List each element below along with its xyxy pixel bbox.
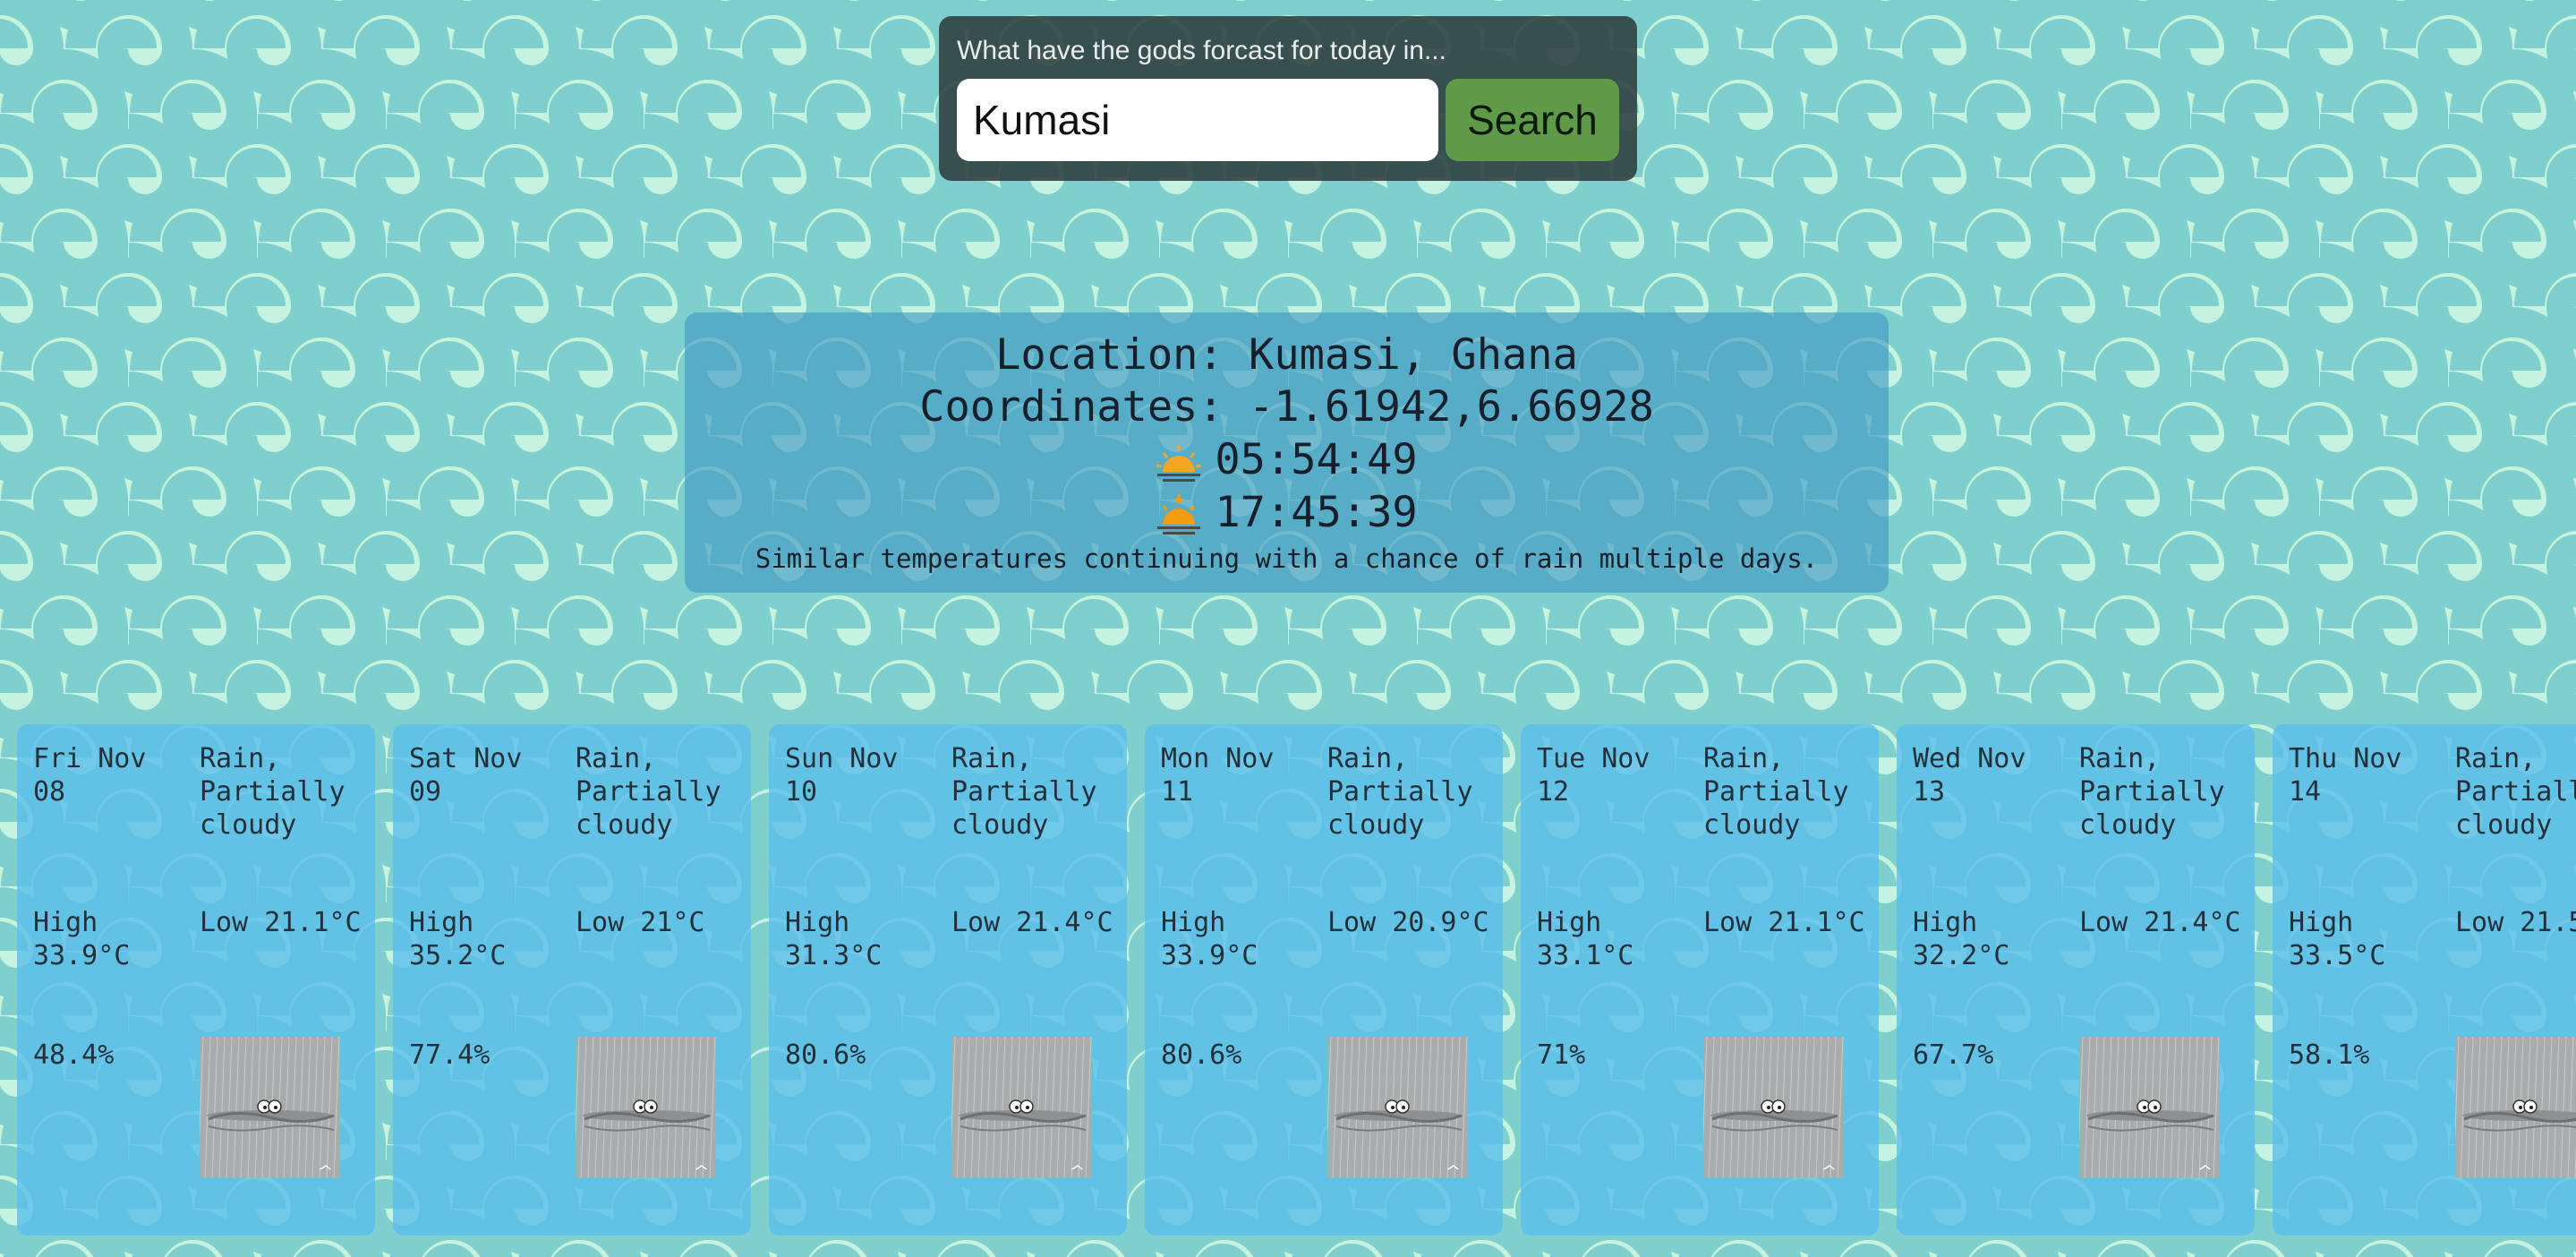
day-low-temp: Low 20.9°C [1327,907,1489,938]
day-precip-prob: 80.6% [785,1039,866,1071]
day-card: Tue Nov 12 Rain, Partially cloudy High 3… [1521,724,1879,1236]
day-card: Sun Nov 10 Rain, Partially cloudy High 3… [769,724,1127,1236]
day-high-temp: High 33.9°C [1161,907,1258,971]
day-date: Sat Nov 09 [409,743,523,808]
rain-weather-image [2455,1037,2576,1178]
day-card: Sat Nov 09 Rain, Partially cloudy High 3… [393,724,751,1236]
day-precip-prob: 67.7% [1913,1039,1994,1071]
day-precip-prob: 80.6% [1161,1039,1242,1071]
day-high-temp: High 35.2°C [409,907,507,971]
day-precip-prob: 48.4% [33,1039,115,1071]
day-card: Mon Nov 11 Rain, Partially cloudy High 3… [1145,724,1503,1236]
day-date: Thu Nov 14 [2289,743,2402,808]
day-high-temp: High 31.3°C [785,907,883,971]
day-high-temp: High 33.9°C [33,907,131,971]
day-conditions: Rain, Partially cloudy [2079,743,2225,841]
day-conditions: Rain, Partially cloudy [200,743,345,841]
day-card: Fri Nov 08 Rain, Partially cloudy High 3… [17,724,375,1236]
day-high-temp: High 33.1°C [1537,907,1634,971]
day-date: Mon Nov 11 [1161,743,1275,808]
rain-weather-image [2079,1037,2220,1178]
rain-weather-image [200,1037,340,1178]
day-precip-prob: 71% [1537,1039,1586,1071]
day-high-temp: High 33.5°C [2289,907,2386,971]
day-low-temp: Low 21.4°C [951,907,1113,938]
day-low-temp: Low 21.1°C [200,907,362,938]
day-conditions: Rain, Partially cloudy [1703,743,1849,841]
day-high-temp: High 32.2°C [1913,907,2010,971]
day-low-temp: Low 21.1°C [1703,907,1865,938]
day-precip-prob: 58.1% [2289,1039,2370,1071]
rain-weather-image [576,1037,716,1178]
day-card: Thu Nov 14 Rain, Partially cloudy High 3… [2273,724,2576,1236]
rain-weather-image [951,1037,1092,1178]
day-date: Fri Nov 08 [33,743,147,808]
forecast-row: Fri Nov 08 Rain, Partially cloudy High 3… [0,0,2576,1257]
day-low-temp: Low 21.5°C [2455,907,2576,938]
day-conditions: Rain, Partially cloudy [576,743,721,841]
day-low-temp: Low 21.4°C [2079,907,2241,938]
day-low-temp: Low 21°C [576,907,705,938]
day-date: Wed Nov 13 [1913,743,2026,808]
rain-weather-image [1703,1037,1844,1178]
day-conditions: Rain, Partially cloudy [951,743,1097,841]
day-conditions: Rain, Partially cloudy [1327,743,1473,841]
day-conditions: Rain, Partially cloudy [2455,743,2576,841]
day-date: Sun Nov 10 [785,743,899,808]
day-date: Tue Nov 12 [1537,743,1651,808]
day-precip-prob: 77.4% [409,1039,490,1071]
day-card: Wed Nov 13 Rain, Partially cloudy High 3… [1897,724,2255,1236]
rain-weather-image [1327,1037,1468,1178]
